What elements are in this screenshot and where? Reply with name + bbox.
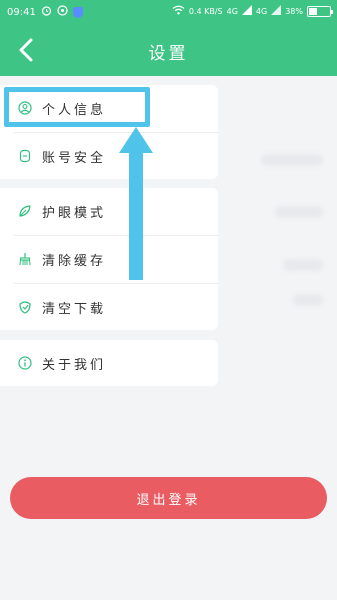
settings-group-about: 关于我们 — [0, 340, 218, 386]
page-title: 设置 — [148, 44, 189, 64]
settings-item-eye-care[interactable]: 护眼模式 — [0, 188, 218, 234]
settings-group-general: 护眼模式 清除缓存 清空下载 — [0, 188, 218, 330]
annotation-arrow-shaft — [129, 148, 143, 280]
signal-4g-a: 4G — [226, 7, 238, 16]
wifi-icon — [172, 5, 185, 18]
settings-item-label: 清空下载 — [42, 301, 107, 317]
battery-icon — [307, 6, 333, 17]
background-blur — [293, 294, 323, 306]
info-icon — [18, 356, 32, 370]
alarm-icon — [41, 5, 52, 19]
badge-icon — [57, 5, 68, 19]
battery-percent: 38% — [285, 7, 303, 16]
signal-bars-icon — [241, 5, 252, 18]
shield-icon — [18, 149, 32, 163]
logout-button[interactable]: 退出登录 — [10, 477, 327, 519]
eye-leaf-icon — [18, 204, 32, 218]
settings-item-label: 账号安全 — [42, 150, 107, 166]
settings-item-about-us[interactable]: 关于我们 — [0, 340, 218, 386]
status-bar: 09:41 0.4 KB/S 4G 4G 38% — [0, 0, 337, 24]
signal-bars-icon — [271, 5, 282, 18]
background-blur — [275, 206, 323, 218]
status-time: 09:41 — [7, 6, 36, 18]
network-speed: 0.4 KB/S — [188, 7, 223, 16]
security-app-icon — [72, 6, 83, 18]
settings-item-clear-downloads[interactable]: 清空下载 — [0, 284, 218, 330]
settings-item-label: 清除缓存 — [42, 253, 107, 269]
settings-content: 个人信息 账号安全 护眼模式 清除缓存 清空下载 关于我们 — [0, 76, 337, 600]
settings-item-clear-cache[interactable]: 清除缓存 — [0, 236, 218, 282]
signal-4g-b: 4G — [255, 7, 268, 16]
download-clear-icon — [18, 300, 32, 314]
header-bar: 设置 — [0, 24, 337, 76]
annotation-highlight-box — [4, 87, 150, 127]
settings-item-label: 关于我们 — [42, 357, 107, 373]
background-blur — [283, 259, 323, 271]
broom-icon — [18, 252, 32, 266]
settings-item-label: 护眼模式 — [42, 205, 107, 221]
settings-item-account-security[interactable]: 账号安全 — [0, 133, 218, 179]
background-blur — [261, 154, 323, 166]
